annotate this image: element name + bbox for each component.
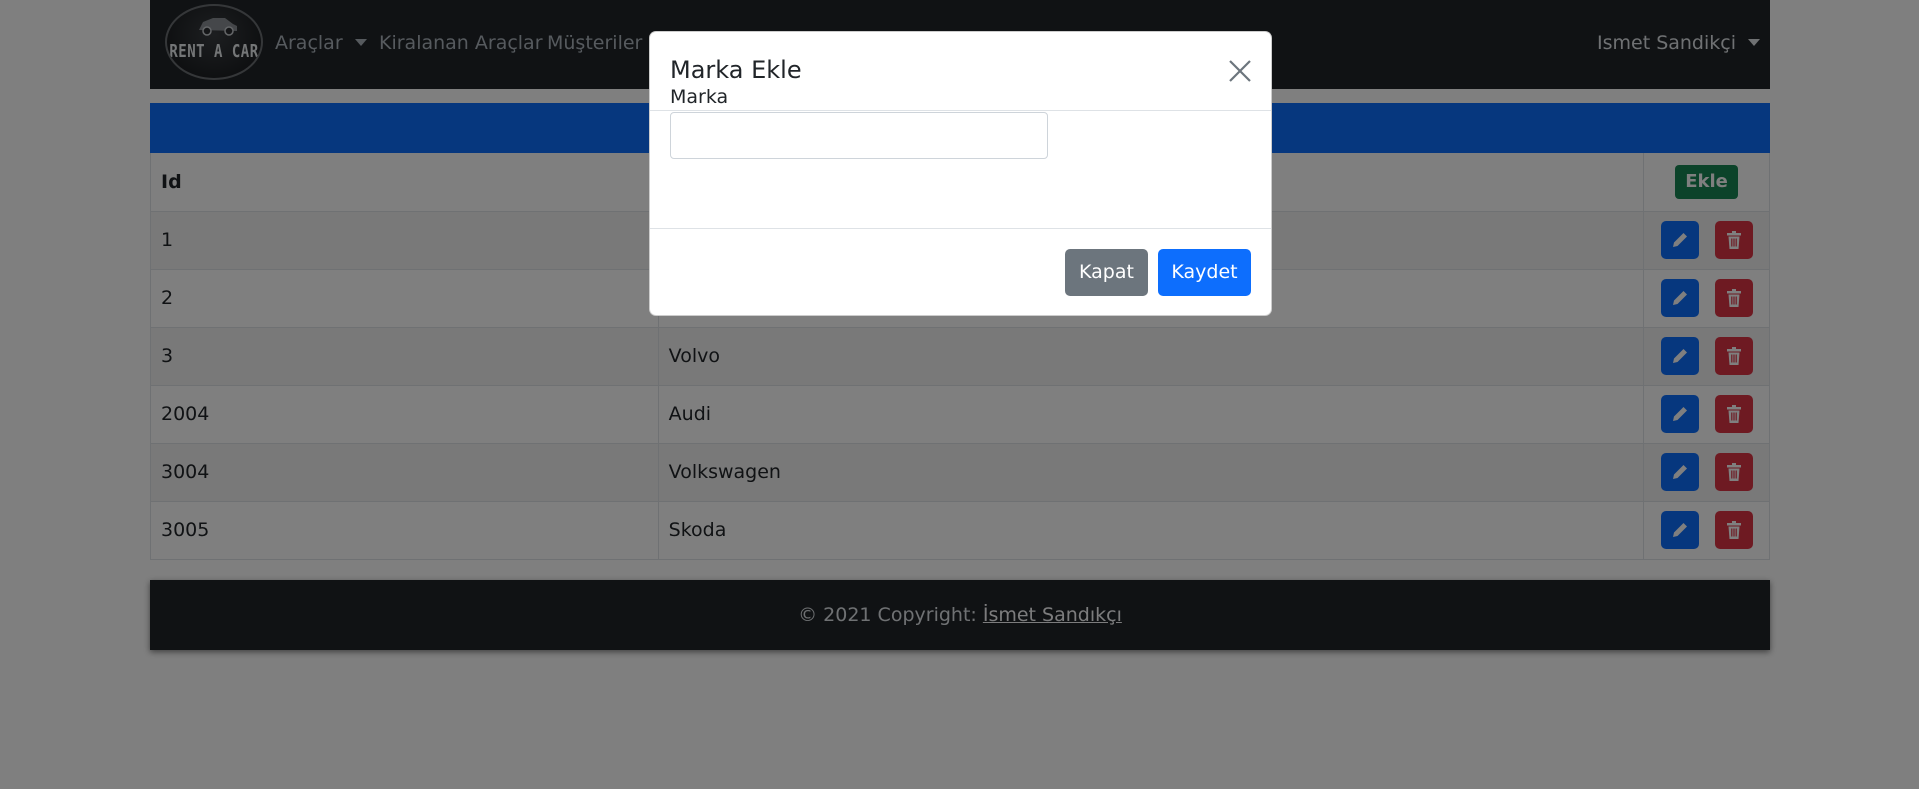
- brand-field-label: Marka: [670, 86, 729, 108]
- page: RENT A CAR Araçlar Kiralanan Araçlar Müş…: [0, 0, 1919, 789]
- modal-title: Marka Ekle: [670, 56, 802, 84]
- close-icon[interactable]: [1227, 58, 1253, 84]
- brand-input[interactable]: [670, 112, 1048, 159]
- close-button[interactable]: Kapat: [1065, 249, 1148, 296]
- modal-header: Marka Ekle: [650, 32, 1271, 111]
- add-brand-modal: Marka Ekle Marka Kapat Kaydet: [649, 31, 1272, 316]
- save-button[interactable]: Kaydet: [1158, 249, 1251, 296]
- modal-footer: Kapat Kaydet: [650, 228, 1271, 316]
